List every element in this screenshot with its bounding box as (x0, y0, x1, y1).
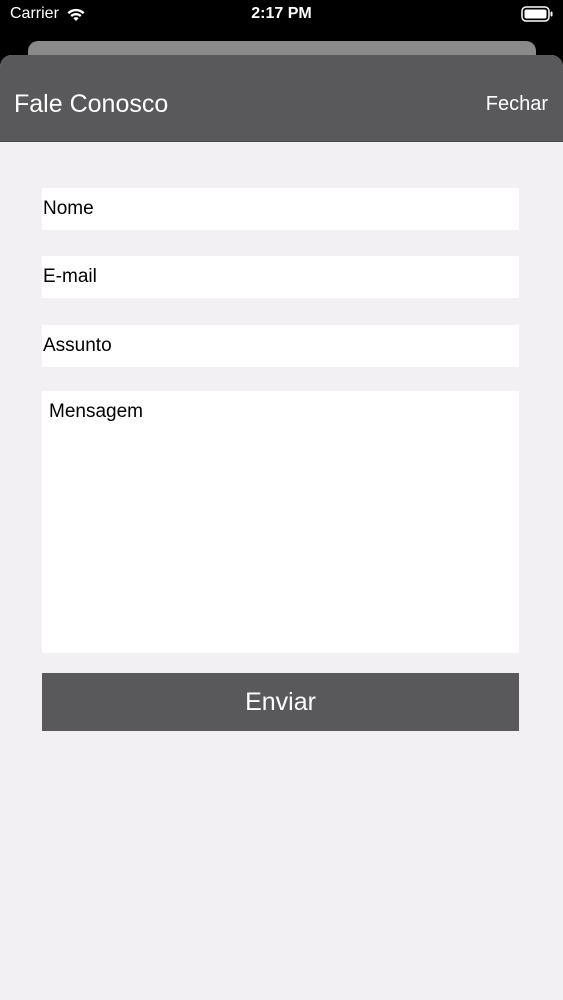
screen: Carrier 2:17 PM Fale Conosco Fechar Nome… (0, 0, 563, 1000)
name-field[interactable]: Nome (42, 188, 519, 230)
page-title: Fale Conosco (14, 90, 169, 118)
contact-sheet: Fale Conosco Fechar Nome E-mail Assunto … (0, 55, 563, 1000)
email-field[interactable]: E-mail (42, 256, 519, 298)
subject-field[interactable]: Assunto (42, 325, 519, 367)
submit-button[interactable]: Enviar (42, 673, 519, 731)
status-bar: Carrier 2:17 PM (0, 0, 563, 30)
close-button[interactable]: Fechar (486, 93, 548, 116)
message-field[interactable]: Mensagem (42, 391, 519, 653)
status-time: 2:17 PM (251, 5, 312, 22)
battery-icon (521, 6, 553, 22)
nav-bar: Fale Conosco Fechar (0, 55, 563, 142)
